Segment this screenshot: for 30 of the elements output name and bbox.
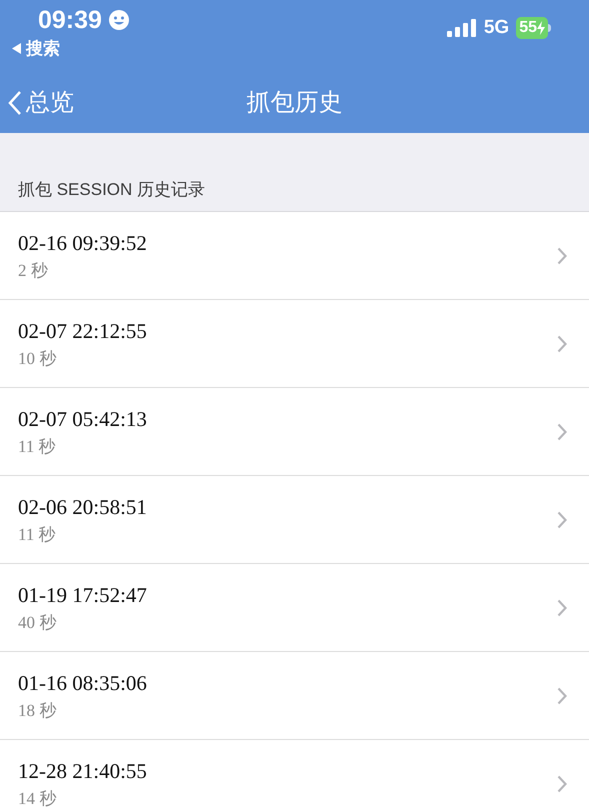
page-title: 抓包历史	[246, 88, 342, 118]
back-triangle-icon	[12, 43, 22, 54]
chevron-right-icon	[557, 510, 567, 528]
session-time: 12-28 21:40:55	[18, 758, 147, 784]
chevron-right-icon	[557, 774, 567, 792]
session-duration: 18 秒	[18, 700, 58, 722]
session-duration: 14 秒	[18, 788, 58, 808]
session-duration: 11 秒	[18, 524, 57, 546]
session-time: 01-19 17:52:47	[18, 582, 147, 608]
session-time: 02-07 05:42:13	[18, 406, 147, 432]
chevron-right-icon	[557, 598, 567, 616]
session-duration: 11 秒	[18, 436, 57, 458]
chevron-right-icon	[557, 686, 567, 704]
chevron-left-icon	[8, 90, 22, 116]
chevron-right-icon	[557, 334, 567, 352]
chevron-right-icon	[557, 246, 567, 264]
session-time: 02-07 22:12:55	[18, 318, 147, 344]
signal-icon	[446, 19, 477, 37]
section-header: 抓包 SESSION 历史记录	[18, 178, 206, 200]
session-time: 02-16 09:39:52	[18, 230, 147, 256]
network-label: 5G	[484, 16, 510, 40]
smiley-icon	[108, 9, 130, 31]
status-time: 09:39	[38, 6, 102, 34]
session-duration: 2 秒	[18, 260, 49, 282]
session-duration: 40 秒	[18, 612, 58, 634]
session-duration: 10 秒	[18, 348, 58, 370]
chevron-right-icon	[557, 422, 567, 440]
session-time: 02-06 20:58:51	[18, 494, 147, 520]
battery-icon: 55	[516, 17, 551, 39]
session-time: 01-16 08:35:06	[18, 670, 147, 696]
